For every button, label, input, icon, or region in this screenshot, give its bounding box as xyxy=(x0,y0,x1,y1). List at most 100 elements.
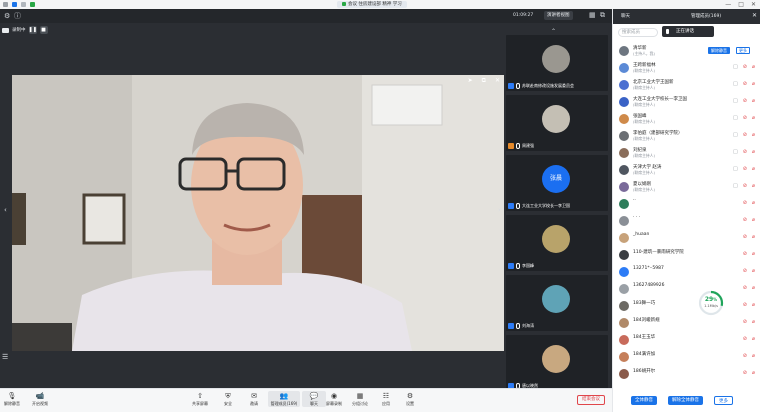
participant-row[interactable]: 13627489926 ⊘ ⌀ xyxy=(613,283,760,297)
participant-status: ⊘ ⌀ xyxy=(743,234,755,240)
meeting-timer: 01:09:27 xyxy=(513,13,534,18)
participant-row[interactable]: _huaan ⊘ ⌀ xyxy=(613,232,760,246)
end-meeting-button[interactable]: 结束会议 xyxy=(577,395,605,405)
share-screen-button[interactable]: ⇧ 共享屏幕 xyxy=(188,391,212,407)
participant-name: _huaan xyxy=(633,232,650,237)
participant-row[interactable]: 李伯庭（建部研究学院） (联席主持人) □ ⊘ ⌀ xyxy=(613,130,760,144)
unmute-all-button[interactable]: 解除全体静音 xyxy=(668,396,703,405)
next-page-icon[interactable]: › xyxy=(498,206,501,214)
thumbnail-tile[interactable]: 李国峰 xyxy=(506,215,608,271)
avatar xyxy=(619,233,629,243)
camera-off-icon: ⊘ xyxy=(742,200,747,206)
thumbnail-tile[interactable]: 刘海涛 xyxy=(506,275,608,331)
pause-recording-button[interactable]: ❚❚ xyxy=(28,26,37,34)
speaking-indicator: 正在讲话 xyxy=(662,26,714,37)
camera-off-icon: ⊘ xyxy=(742,183,747,189)
fullscreen-icon[interactable]: ⧉ xyxy=(600,11,605,20)
participant-row[interactable]: 110-建筑—暴雨研究学院 ⊘ ⌀ xyxy=(613,249,760,263)
manage-members-button[interactable]: 👥 管理成员(169) xyxy=(268,391,300,407)
recording-label: 录制中 xyxy=(12,28,26,33)
maximize-button[interactable]: □ xyxy=(738,1,744,8)
apps-button[interactable]: ☷ 应用 xyxy=(374,391,398,407)
view-mode-button[interactable]: 演讲者视图 xyxy=(544,11,573,20)
security-button[interactable]: ⛨ 安全 xyxy=(216,391,240,407)
participant-row[interactable]: 北京工业大学王国新 (联席主持人) □ ⊘ ⌀ xyxy=(613,79,760,93)
participant-row[interactable]: 夏以娟刚 (联席主持人) □ ⊘ ⌀ xyxy=(613,181,760,195)
participant-row[interactable]: 刘纪泉 (联席主持人) □ ⊘ ⌀ xyxy=(613,147,760,161)
grid-icon[interactable]: ▦ xyxy=(589,11,596,19)
network-icon[interactable] xyxy=(12,2,17,7)
participant-row[interactable]: 184满许加 ⊘ ⌀ xyxy=(613,351,760,365)
more-button[interactable]: 更多 xyxy=(736,47,750,54)
share-status-icon: □ xyxy=(733,81,738,87)
sidebar-tabs: 聊天 管理成员(169) ✕ xyxy=(613,9,760,24)
participant-row[interactable]: · · · ⊘ ⌀ xyxy=(613,215,760,229)
avatar xyxy=(542,285,570,313)
avatar xyxy=(619,301,629,311)
screen-record-button[interactable]: ◉ 屏幕录制 xyxy=(322,391,346,407)
mic-off-icon: ⌀ xyxy=(751,353,755,359)
minimize-button[interactable]: — xyxy=(725,1,731,8)
participant-thumbnails: ⌃ 苏联赴南修改设施发展委员会 周建强 张晨 大连工业大学校长—李卫国 李国峰 … xyxy=(506,28,608,395)
stop-recording-button[interactable]: ■ xyxy=(39,26,48,34)
close-video-icon[interactable]: ✕ xyxy=(495,77,500,85)
meeting-title[interactable]: 会议 住房建设部 精神 学习 xyxy=(337,1,407,8)
mic-off-icon: ⌀ xyxy=(751,149,755,155)
participant-row[interactable]: 张国峰 (联席主持人) □ ⊘ ⌀ xyxy=(613,113,760,127)
tab-chat[interactable]: 聊天 xyxy=(621,13,630,19)
participant-name: ·· xyxy=(633,198,636,203)
participant-row[interactable]: 大连工业大学校长—李卫国 (联席主持人) □ ⊘ ⌀ xyxy=(613,96,760,110)
participant-status: ⊘ ⌀ xyxy=(743,251,755,257)
breakout-rooms-button[interactable]: ▦ 分组讨论 xyxy=(348,391,372,407)
scroll-up-icon[interactable]: ⌃ xyxy=(551,28,556,35)
participant-status: ⊘ ⌀ xyxy=(743,319,755,325)
participant-row[interactable]: 13271*··5987 ⊘ ⌀ xyxy=(613,266,760,280)
main-speaker-video[interactable]: ➤ ⧉ ✕ xyxy=(12,75,504,351)
camera-off-icon: ⊘ xyxy=(742,336,747,342)
share-icon: ⇧ xyxy=(197,392,203,400)
layout-list-icon[interactable]: ☰ xyxy=(2,353,8,361)
meeting-toolbar: 🎙 解除静音 📹 开启视频 ⇧ 共享屏幕 ⛨ 安全 ✉ 邀请 👥 管理成员(169) 💬 聊天… xyxy=(0,388,612,412)
avatar xyxy=(619,97,629,107)
gear-icon[interactable]: ⚙ xyxy=(4,12,10,20)
thumbnail-tile[interactable]: 张晨 大连工业大学校长—李卫国 xyxy=(506,155,608,211)
avatar xyxy=(619,352,629,362)
settings-button[interactable]: ⚙ 设置 xyxy=(398,391,422,407)
participant-role: (联席主持人) xyxy=(633,136,655,141)
tab-members[interactable]: 管理成员(169) xyxy=(691,13,721,19)
more-button[interactable]: 更多 xyxy=(714,396,733,405)
avatar xyxy=(619,199,629,209)
participant-row[interactable]: 183舞一巧 ⊘ ⌀ xyxy=(613,300,760,314)
mic-off-icon: ⌀ xyxy=(751,336,755,342)
participant-status: ⊘ ⌀ xyxy=(743,370,755,376)
shield-icon: ⛨ xyxy=(225,392,231,400)
participant-row[interactable]: 184王玉华 ⊘ ⌀ xyxy=(613,334,760,348)
participant-row[interactable]: ·· ⊘ ⌀ xyxy=(613,198,760,212)
pointer-icon[interactable]: ➤ xyxy=(468,77,473,85)
thumbnail-tile[interactable]: 唐以晓然 xyxy=(506,335,608,391)
camera-off-icon: ⊘ xyxy=(742,81,747,87)
participant-row[interactable]: 清华新 (主持人，我) 解除静音 更多 xyxy=(613,45,760,59)
mic-off-icon: ⌀ xyxy=(751,64,755,70)
invite-button[interactable]: ✉ 邀请 xyxy=(242,391,266,407)
participant-row[interactable]: 186胡开尔 ⊘ ⌀ xyxy=(613,368,760,382)
close-icon[interactable]: ✕ xyxy=(752,12,757,19)
mic-off-icon: ⌀ xyxy=(751,319,755,325)
unmute-button[interactable]: 解除静音 xyxy=(708,47,730,54)
mute-button[interactable]: 🎙 解除静音 xyxy=(0,391,24,407)
info-icon[interactable] xyxy=(21,2,26,7)
video-button[interactable]: 📹 开启视频 xyxy=(28,391,52,407)
thumbnail-tile[interactable]: 苏联赴南修改设施发展委员会 xyxy=(506,35,608,91)
thumbnail-tile[interactable]: 周建强 xyxy=(506,95,608,151)
close-button[interactable]: ✕ xyxy=(751,1,756,8)
mute-all-button[interactable]: 全体静音 xyxy=(631,396,657,405)
participant-row[interactable]: 天津大学 赵涛 (联席主持人) □ ⊘ ⌀ xyxy=(613,164,760,178)
participant-role: (联席主持人) xyxy=(633,85,655,90)
prev-page-icon[interactable]: ‹ xyxy=(4,206,7,214)
participant-name: 13627489926 xyxy=(633,283,665,288)
pip-icon[interactable]: ⧉ xyxy=(482,77,486,85)
search-input[interactable]: 搜索成员 xyxy=(618,28,658,37)
info-circle-icon[interactable]: ⓘ xyxy=(14,12,21,20)
participant-row[interactable]: 王跨新福林 (联席主持人) □ ⊘ ⌀ xyxy=(613,62,760,76)
participant-row[interactable]: 184刘峻新规 ⊘ ⌀ xyxy=(613,317,760,331)
